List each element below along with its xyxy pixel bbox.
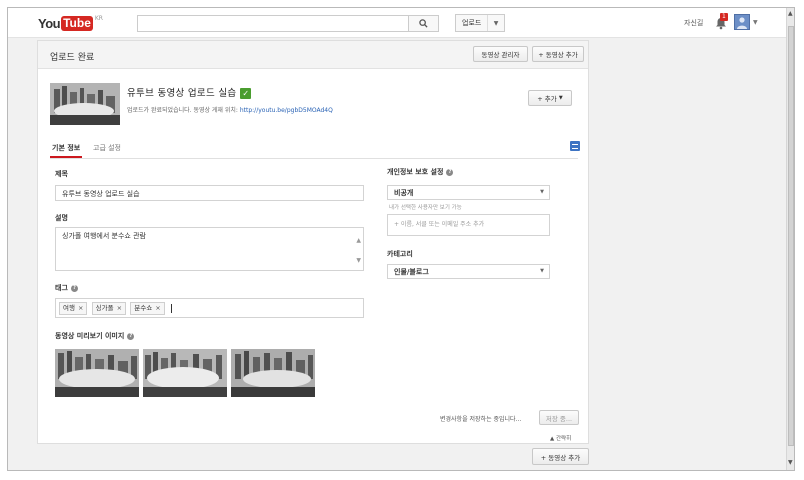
tag-text: 싱가폴	[95, 304, 114, 312]
remove-tag-icon[interactable]: ×	[78, 304, 83, 312]
chevron-down-icon: ▼	[558, 95, 563, 101]
chevron-down-icon[interactable]: ▼	[488, 20, 504, 27]
text-cursor	[170, 303, 172, 313]
avatar[interactable]	[734, 14, 750, 30]
title-field[interactable]: 유투브 동영상 업로드 실습	[55, 185, 364, 201]
top-bar: You Tube KR 업로드 ▼ 자신길 1 ▼	[8, 8, 786, 38]
privacy-select[interactable]: 비공개 ▼	[387, 185, 550, 200]
thumbnail-option-3[interactable]	[231, 349, 315, 397]
tags-label-text: 태그	[55, 284, 68, 292]
user-icon	[737, 17, 747, 29]
video-thumbnail	[50, 83, 120, 125]
title-label: 제목	[55, 170, 68, 178]
upload-status: 업로드가 완료되었습니다. 동영상 게재 위치: http://youtu.be…	[127, 105, 333, 114]
search-button[interactable]	[408, 15, 439, 32]
tab-basic-info[interactable]: 기본 정보	[52, 143, 80, 153]
search-icon	[419, 19, 428, 28]
add-more-label: + 추가	[537, 95, 557, 103]
add-video-button[interactable]: + 동영상 추가	[532, 46, 584, 62]
tag-text: 여행	[63, 304, 75, 312]
tag-text: 분수쇼	[134, 304, 153, 312]
tags-field[interactable]: 여행 × 싱가폴 × 분수쇼 ×	[55, 298, 364, 318]
share-with-input[interactable]: + 이름, 서클 또는 이메일 주소 추가	[387, 214, 550, 236]
tab-bar: 기본 정보 고급 설정	[50, 139, 580, 159]
chevron-down-icon: ▼	[540, 268, 544, 274]
upload-button[interactable]: 업로드 ▼	[455, 14, 505, 32]
help-icon[interactable]: ?	[127, 332, 135, 340]
tab-advanced-settings[interactable]: 고급 설정	[93, 143, 121, 153]
save-button[interactable]: 저장 중...	[539, 410, 579, 425]
logo-tube-text: Tube	[61, 15, 93, 31]
thumbnail-option-1[interactable]	[55, 349, 139, 397]
upload-status-text: 업로드가 완료되었습니다. 동영상 게재 위치:	[127, 107, 238, 114]
privacy-label-text: 개인정보 보호 설정	[387, 168, 444, 176]
browser-viewport: You Tube KR 업로드 ▼ 자신길 1 ▼ 업로드 완료 동영상 관리자…	[7, 7, 795, 471]
upload-label: 업로드	[456, 15, 488, 31]
panel-toggle-icon[interactable]	[570, 141, 580, 151]
description-label: 설명	[55, 214, 68, 222]
description-text: 싱가폴 여행에서 분수쇼 관람	[62, 232, 146, 240]
youtube-logo[interactable]: You Tube KR	[38, 15, 103, 31]
video-title: 유투브 동영상 업로드 실습 ✓	[127, 85, 252, 99]
page-title: 업로드 완료	[50, 53, 95, 63]
tag-chip: 싱가폴 ×	[91, 302, 127, 315]
active-tab-indicator	[50, 156, 82, 158]
thumbnail-label-text: 동영상 미리보기 이미지	[55, 332, 125, 340]
help-icon[interactable]: ?	[70, 284, 78, 292]
logo-region: KR	[94, 15, 103, 22]
help-icon[interactable]: ?	[446, 168, 454, 176]
add-video-bottom-button[interactable]: + 동영상 추가	[532, 448, 589, 465]
tag-chip: 분수쇼 ×	[130, 302, 165, 315]
tags-label: 태그?	[55, 283, 78, 293]
thumbnail-options	[55, 349, 325, 397]
privacy-hint: 내가 선택한 사용자만 보기 가능	[389, 205, 462, 211]
privacy-label: 개인정보 보호 설정?	[387, 167, 454, 177]
tag-chip: 여행 ×	[59, 302, 88, 315]
saving-status: 변경사항을 저장하는 중입니다...	[440, 416, 522, 423]
category-label: 카테고리	[387, 250, 413, 258]
category-select[interactable]: 인물/블로그 ▼	[387, 264, 550, 279]
channel-name[interactable]: 자신길	[684, 18, 703, 28]
upload-panel: 업로드 완료 동영상 관리자 + 동영상 추가 유투브 동영상 업로드 실습 ✓…	[37, 40, 589, 444]
collapse-link[interactable]: ▲ 간략히	[550, 434, 571, 442]
notification-badge: 1	[720, 13, 728, 21]
scroll-up-arrow-icon[interactable]: ▲	[788, 10, 793, 17]
scroll-down-arrow-icon[interactable]: ▼	[788, 459, 793, 466]
add-more-dropdown-button[interactable]: + 추가 ▼	[528, 90, 572, 106]
search-input[interactable]	[137, 15, 409, 32]
logo-you-text: You	[38, 15, 61, 31]
video-manager-button[interactable]: 동영상 관리자	[473, 46, 528, 62]
chevron-down-icon: ▼	[540, 189, 544, 195]
video-title-text: 유투브 동영상 업로드 실습	[127, 88, 237, 99]
account-chevron-icon[interactable]: ▼	[753, 19, 758, 26]
scrollbar-thumb[interactable]	[788, 26, 794, 446]
thumbnail-option-2[interactable]	[143, 349, 227, 397]
category-value: 인물/블로그	[394, 268, 429, 276]
page-scrollbar[interactable]: ▲ ▼	[786, 8, 794, 470]
remove-tag-icon[interactable]: ×	[117, 304, 122, 312]
thumbnail-label: 동영상 미리보기 이미지?	[55, 331, 135, 341]
privacy-value: 비공개	[394, 189, 414, 197]
uploaded-video-summary: 유투브 동영상 업로드 실습 ✓ 업로드가 완료되었습니다. 동영상 게재 위치:…	[50, 83, 580, 127]
remove-tag-icon[interactable]: ×	[155, 304, 160, 312]
textarea-scroll-arrows[interactable]: ▲ ▼	[356, 236, 361, 266]
video-url-link[interactable]: http://youtu.be/pgbD5MOAd4Q	[240, 107, 333, 114]
description-field[interactable]: 싱가폴 여행에서 분수쇼 관람 ▲ ▼	[55, 227, 364, 271]
check-icon: ✓	[240, 88, 252, 99]
